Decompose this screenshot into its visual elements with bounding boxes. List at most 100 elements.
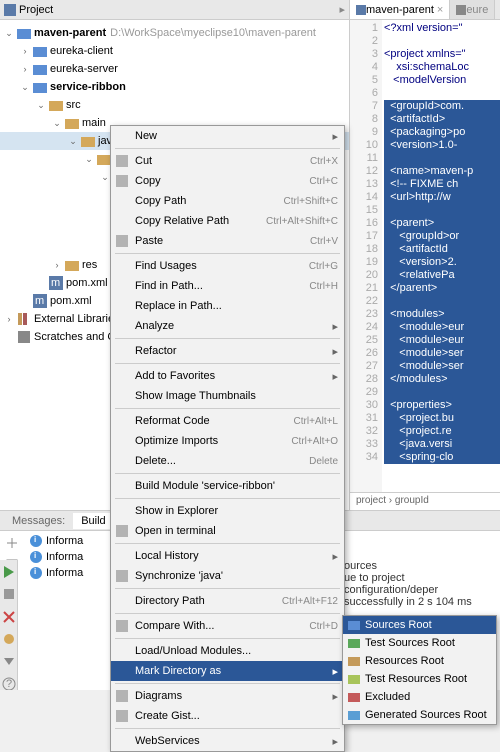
chevron-down-icon[interactable]: ⌄ <box>36 100 46 111</box>
maven-file-icon <box>356 5 366 15</box>
tree-item[interactable]: ›eureka-server <box>0 60 349 78</box>
submenu-arrow-icon: ▸ <box>332 320 338 333</box>
submenu-item[interactable]: Test Resources Root <box>343 670 496 688</box>
code-editor[interactable]: 1234567891011121314151617181920212223242… <box>350 20 500 492</box>
menu-item[interactable]: Build Module 'service-ribbon' <box>111 476 344 496</box>
submenu-arrow-icon: ▸ <box>332 345 338 358</box>
chevron-down-icon[interactable]: ⌄ <box>4 28 14 39</box>
tree-item[interactable]: ⌄src <box>0 96 349 114</box>
menu-item[interactable]: Analyze▸ <box>111 316 344 336</box>
project-tool-tab[interactable]: Project ▸ <box>0 0 349 20</box>
folder-icon <box>347 654 361 668</box>
menu-item[interactable]: New▸ <box>111 126 344 146</box>
editor-tabs: maven-parent× eure <box>350 0 500 20</box>
project-icon <box>4 4 16 16</box>
menu-item[interactable]: Add to Favorites▸ <box>111 366 344 386</box>
editor-tab[interactable]: eure <box>450 0 495 19</box>
menu-item[interactable]: Optimize ImportsCtrl+Alt+O <box>111 431 344 451</box>
build-tab[interactable]: Build <box>73 513 113 529</box>
menu-item[interactable]: Show in Explorer <box>111 501 344 521</box>
chevron-right-icon[interactable]: › <box>20 64 30 74</box>
menu-item[interactable]: Synchronize 'java' <box>111 566 344 586</box>
chevron-down-icon[interactable]: ⌄ <box>100 172 110 183</box>
term-icon <box>115 524 129 538</box>
chevron-down-icon[interactable]: ⌄ <box>84 154 94 165</box>
message-row[interactable]: Informa <box>26 565 83 581</box>
editor-tab[interactable]: maven-parent× <box>350 0 450 19</box>
chevron-down-icon[interactable]: ⌄ <box>52 118 62 129</box>
menu-item[interactable]: Find UsagesCtrl+G <box>111 256 344 276</box>
submenu-arrow-icon: ▸ <box>332 130 338 143</box>
menu-item[interactable]: CopyCtrl+C <box>111 171 344 191</box>
chevron-right-icon[interactable]: › <box>4 314 14 324</box>
maven-file-icon: m <box>49 276 63 290</box>
help-icon[interactable]: ? <box>1 676 17 690</box>
mark-directory-submenu: Sources RootTest Sources RootResources R… <box>342 615 497 725</box>
messages-tab[interactable]: Messages: <box>4 513 73 529</box>
run-sidebar: ? <box>0 560 18 690</box>
cut-icon <box>115 154 129 168</box>
submenu-item[interactable]: Excluded <box>343 688 496 706</box>
tree-root[interactable]: ⌄ maven-parent D:\WorkSpace\myeclipse10\… <box>0 24 349 42</box>
menu-item[interactable]: Mark Directory as▸ <box>111 661 344 681</box>
run-icon[interactable] <box>1 564 17 578</box>
info-icon <box>30 535 42 547</box>
menu-item[interactable]: Refactor▸ <box>111 341 344 361</box>
submenu-item[interactable]: Test Sources Root <box>343 634 496 652</box>
menu-item[interactable]: CutCtrl+X <box>111 151 344 171</box>
menu-item[interactable]: Diagrams▸ <box>111 686 344 706</box>
menu-item[interactable]: PasteCtrl+V <box>111 231 344 251</box>
pin-icon[interactable] <box>1 631 17 645</box>
tree-item[interactable]: ⌄service-ribbon <box>0 78 349 96</box>
menu-item[interactable]: Directory PathCtrl+Alt+F12 <box>111 591 344 611</box>
message-row[interactable]: Informa <box>26 533 83 549</box>
submenu-arrow-icon: ▸ <box>332 690 338 703</box>
svg-text:m: m <box>51 277 60 289</box>
down-icon[interactable] <box>1 653 17 667</box>
menu-item[interactable]: Replace in Path... <box>111 296 344 316</box>
menu-item[interactable]: Copy PathCtrl+Shift+C <box>111 191 344 211</box>
message-row[interactable]: Informa <box>26 549 83 565</box>
code-content[interactable]: <?xml version=" <project xmlns=" xsi:sch… <box>382 20 500 492</box>
submenu-arrow-icon: ▸ <box>332 665 338 678</box>
maven-file-icon: m <box>33 294 47 308</box>
menu-item[interactable]: WebServices▸ <box>111 731 344 751</box>
folder-icon <box>347 690 361 704</box>
editor-breadcrumb[interactable]: project › groupId <box>350 492 500 510</box>
chevron-right-icon[interactable]: › <box>52 260 62 270</box>
gist-icon <box>115 709 129 723</box>
scratches-icon <box>17 330 31 344</box>
folder-icon <box>347 618 361 632</box>
close-icon[interactable]: × <box>437 4 443 16</box>
menu-item[interactable]: Compare With...Ctrl+D <box>111 616 344 636</box>
tab-arrow-icon: ▸ <box>339 3 345 16</box>
chevron-down-icon[interactable]: ⌄ <box>68 136 78 147</box>
chevron-right-icon[interactable]: › <box>20 46 30 56</box>
submenu-item[interactable]: Sources Root <box>343 616 496 634</box>
menu-item[interactable]: Open in terminal <box>111 521 344 541</box>
menu-item[interactable]: Create Gist... <box>111 706 344 726</box>
diag-icon <box>115 689 129 703</box>
menu-item[interactable]: Load/Unload Modules... <box>111 641 344 661</box>
build-output-text: ources ue to project configuration/deper… <box>344 560 500 608</box>
menu-item[interactable]: Show Image Thumbnails <box>111 386 344 406</box>
tree-item[interactable]: ›eureka-client <box>0 42 349 60</box>
collapse-icon[interactable] <box>4 535 20 551</box>
menu-item[interactable]: Delete...Delete <box>111 451 344 471</box>
folder-icon <box>33 62 47 76</box>
copy-icon <box>115 174 129 188</box>
submenu-arrow-icon: ▸ <box>332 550 338 563</box>
folder-icon <box>81 134 95 148</box>
stop-icon[interactable] <box>1 586 17 600</box>
submenu-item[interactable]: Resources Root <box>343 652 496 670</box>
menu-item[interactable]: Local History▸ <box>111 546 344 566</box>
folder-icon <box>17 26 31 40</box>
folder-icon <box>65 258 79 272</box>
menu-item[interactable]: Find in Path...Ctrl+H <box>111 276 344 296</box>
submenu-item[interactable]: Generated Sources Root <box>343 706 496 724</box>
paste-icon <box>115 234 129 248</box>
menu-item[interactable]: Reformat CodeCtrl+Alt+L <box>111 411 344 431</box>
chevron-down-icon[interactable]: ⌄ <box>20 82 30 93</box>
menu-item[interactable]: Copy Relative PathCtrl+Alt+Shift+C <box>111 211 344 231</box>
close-icon[interactable] <box>1 609 17 623</box>
